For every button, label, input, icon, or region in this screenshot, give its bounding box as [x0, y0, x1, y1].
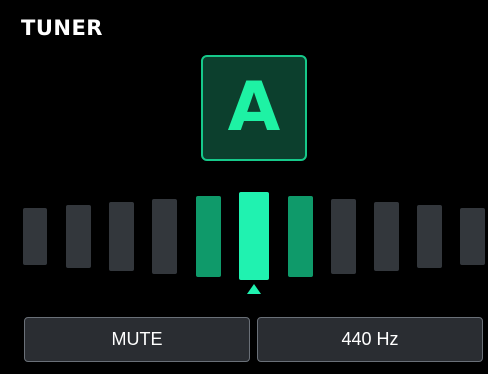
- mute-button[interactable]: MUTE: [24, 317, 250, 362]
- meter-segment: [288, 196, 313, 277]
- reference-frequency-button[interactable]: 440 Hz: [257, 317, 483, 362]
- pitch-indicator-icon: [247, 284, 261, 294]
- meter-segment-center: [239, 192, 269, 280]
- meter-segment: [374, 202, 399, 271]
- meter-segment: [109, 202, 134, 271]
- meter-segment: [417, 205, 442, 268]
- meter-segment: [152, 199, 177, 274]
- meter-segment: [23, 208, 47, 265]
- meter-segment: [66, 205, 91, 268]
- meter-segment: [460, 208, 485, 265]
- meter-segment: [331, 199, 356, 274]
- meter-segment: [196, 196, 221, 277]
